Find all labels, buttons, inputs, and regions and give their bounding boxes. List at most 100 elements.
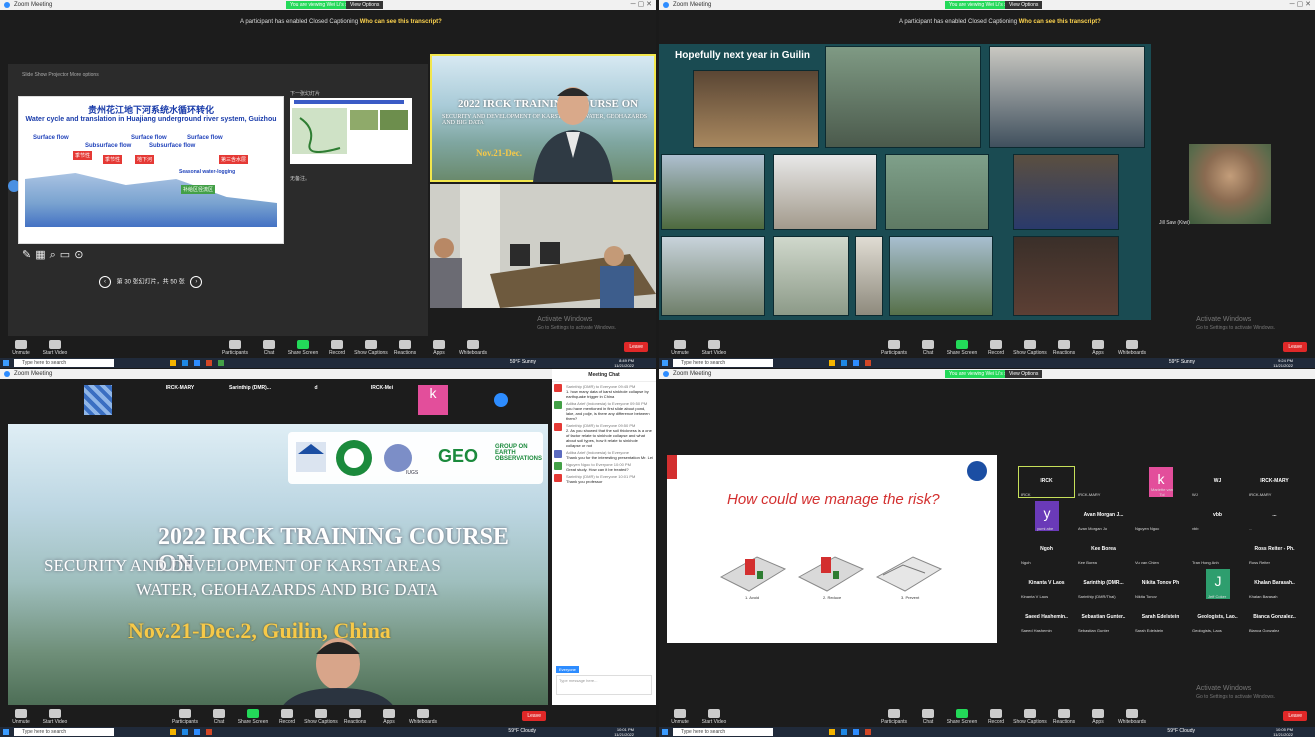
participants-button[interactable]: Participants [877,709,911,725]
start-video-button[interactable]: Start Video [38,340,72,356]
zoom-taskbar-icon[interactable] [194,729,200,735]
next-slide-thumbnail[interactable] [290,98,412,164]
start-video-button[interactable]: Start Video [697,340,731,356]
share-screen-button[interactable]: Share Screen [236,709,270,725]
speaker-video[interactable]: 2022 IRCK TRAINING COURSE ON SECURITY AN… [430,54,656,182]
leave-button[interactable]: Leave [522,711,546,721]
grid-icon[interactable]: ▦ [35,249,49,261]
record-button[interactable]: Record [979,340,1013,356]
chat-input[interactable]: Type message here... [556,675,652,695]
participant-tile[interactable]: IRCK IRCK [1018,466,1075,498]
zoom-taskbar-icon[interactable] [194,360,200,366]
taskbar-search[interactable]: Type here to search [673,359,773,367]
taskbar-clock[interactable]: 8:49 PM 11/21/2022 [614,358,634,368]
participant-tile[interactable]: ...... [1247,501,1302,531]
participant-tile[interactable]: Geologists, Lao.. Geologists, Laos [1190,603,1245,633]
unmute-button[interactable]: Unmute [663,709,697,725]
room-camera-video[interactable] [430,184,656,308]
windows-start-icon[interactable] [3,729,9,735]
participant-tile[interactable]: IRCK-MARY IRCK-MARY [1247,467,1302,497]
record-button[interactable]: Record [979,709,1013,725]
participant-tile[interactable]: IRCK-MARY [1076,467,1131,497]
unmute-button[interactable]: Unmute [4,709,38,725]
zoom-taskbar-icon[interactable] [853,360,859,366]
record-button[interactable]: Record [320,340,354,356]
speaker-video-jill[interactable] [1189,144,1271,224]
unmute-button[interactable]: Unmute [663,340,697,356]
taskbar-clock[interactable]: 9:24 PM 11/21/2022 [1273,358,1293,368]
participant-tile[interactable]: Nikita Tonov Ph Nikita Tonov [1133,569,1188,599]
leave-button[interactable]: Leave [624,342,648,352]
chat-button[interactable]: Chat [252,340,286,356]
windows-start-icon[interactable] [3,360,9,366]
captions-button[interactable]: Show Captions [1013,709,1047,725]
leave-button[interactable]: Leave [1283,342,1307,352]
caption-link[interactable]: Who can see this transcript? [360,19,442,25]
next-page-icon[interactable] [494,393,508,407]
participants-button[interactable]: Participants [877,340,911,356]
windows-start-icon[interactable] [662,360,668,366]
participants-button[interactable]: Participants [218,340,252,356]
participant-tile[interactable]: Kee Borea Kee Borea [1076,535,1131,565]
participant-tile[interactable]: Ross Reiter - Ph. Ross Reiter [1247,535,1302,565]
folder-icon[interactable] [829,360,835,366]
monitor-icon[interactable]: ▭ [60,249,74,261]
prev-slide-button[interactable]: ‹ [99,276,111,288]
participant-tile[interactable]: Ngoh Ngoh [1019,535,1074,565]
participant-tile[interactable]: k Mariette van Tol [1149,467,1173,497]
participant-thumb[interactable]: IRCK-Mei [342,385,422,415]
participant-tile[interactable]: Sarinthip (DMR... Sarinthip (DMR/Thai) [1076,569,1131,599]
share-screen-button[interactable]: Share Screen [945,340,979,356]
participant-thumb[interactable] [84,385,112,415]
reactions-button[interactable]: Reactions [1047,340,1081,356]
whiteboards-button[interactable]: Whiteboards [1115,709,1149,725]
whiteboards-button[interactable]: Whiteboards [406,709,440,725]
reactions-button[interactable]: Reactions [388,340,422,356]
participant-tile[interactable]: Vu van Chien [1133,535,1188,565]
chat-recipient-selector[interactable]: Everyone [556,666,579,673]
chat-button[interactable]: Chat [911,709,945,725]
windows-start-icon[interactable] [662,729,668,735]
taskbar-search[interactable]: Type here to search [14,728,114,736]
pen-icon[interactable]: ✎ [22,249,35,261]
captions-button[interactable]: Show Captions [1013,340,1047,356]
participant-tile[interactable]: Kinanta V Laos Kinanta V Laos [1019,569,1074,599]
window-controls[interactable]: ─ ▢ ✕ [631,0,652,10]
start-video-button[interactable]: Start Video [38,709,72,725]
edge-icon[interactable] [841,729,847,735]
reactions-button[interactable]: Reactions [1047,709,1081,725]
participant-tile[interactable]: J Jeff Coker [1206,569,1230,599]
zoom-icon[interactable]: ⌕ [50,249,60,261]
caption-link[interactable]: Who can see this transcript? [1019,19,1101,25]
weather-widget[interactable]: 59°F Sunny [510,359,536,365]
participant-tile[interactable]: Saeed Hashemin.. Saeed Hashemin [1019,603,1074,633]
edge-icon[interactable] [182,729,188,735]
chat-button[interactable]: Chat [202,709,236,725]
leave-button[interactable]: Leave [1283,711,1307,721]
captions-button[interactable]: Show Captions [304,709,338,725]
excel-icon[interactable] [218,360,224,366]
participant-avatar-letter[interactable]: k [418,385,448,415]
view-options-button[interactable]: View Options [1005,1,1043,9]
apps-button[interactable]: Apps [422,340,456,356]
captions-button[interactable]: Show Captions [354,340,388,356]
participant-tile[interactable]: Avan Morgan J... Avan Morgan Jo [1076,501,1131,531]
participant-tile[interactable]: y yumi abe [1035,501,1059,531]
apps-button[interactable]: Apps [372,709,406,725]
participant-tile[interactable]: WJ WJ [1190,467,1245,497]
participant-tile[interactable]: Sarah Edelstein Sarah Edelstein [1133,603,1188,633]
folder-icon[interactable] [170,729,176,735]
presenter-toolbar[interactable]: Slide Show Projector More options [22,72,99,78]
weather-widget[interactable]: 59°F Cloudy [1167,728,1195,734]
taskbar-search[interactable]: Type here to search [14,359,114,367]
edge-icon[interactable] [841,360,847,366]
powerpoint-icon[interactable] [865,729,871,735]
apps-button[interactable]: Apps [1081,709,1115,725]
window-controls[interactable]: ─ ▢ ✕ [1290,0,1311,10]
slide-tools[interactable]: ✎▦⌕▭⊙ [22,248,87,262]
weather-widget[interactable]: 59°F Cloudy [508,728,536,734]
view-options-button[interactable]: View Options [1005,370,1043,378]
chat-button[interactable]: Chat [911,340,945,356]
reactions-button[interactable]: Reactions [338,709,372,725]
more-icon[interactable]: ⊙ [74,249,87,261]
